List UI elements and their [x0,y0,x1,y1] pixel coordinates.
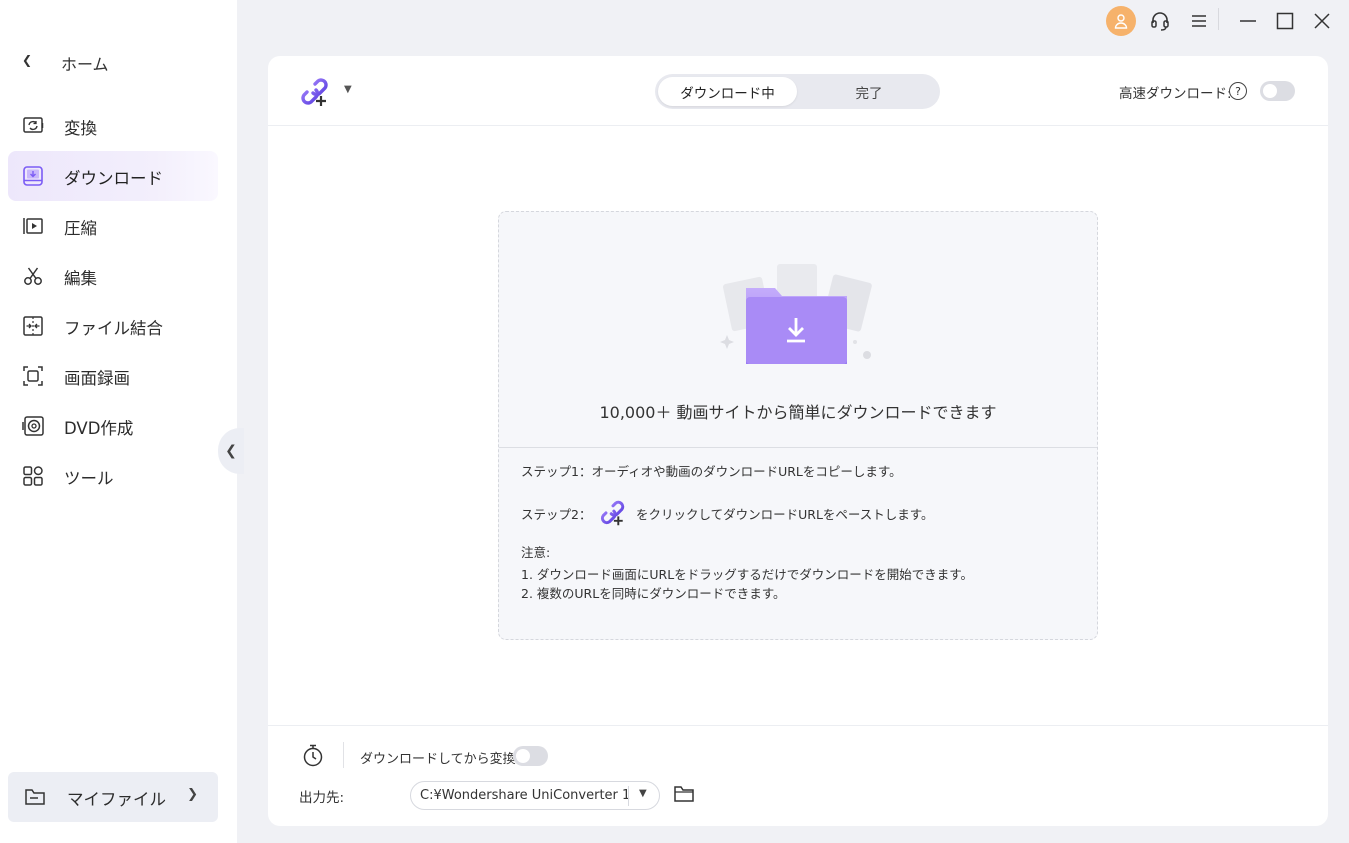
screen-record-icon [21,365,45,387]
tab-completed[interactable]: 完了 [801,77,937,106]
support-headset-button[interactable] [1146,7,1174,35]
sidebar-nav: 変換 ダウンロード 圧縮 編集 ファイル結合 画面録画 DVD作成 ツール [8,101,218,501]
link-add-icon [600,500,625,526]
sidebar-item-dvd[interactable]: DVD作成 [8,401,218,451]
home-label: ホーム [61,55,109,74]
main-header: ▼ ダウンロード中 完了 高速ダウンロード: ? [268,56,1328,126]
dvd-icon [21,415,45,437]
my-files-label: マイファイル [67,790,166,809]
sidebar-item-label: 画面録画 [64,369,130,388]
hamburger-menu-icon [1192,15,1206,27]
minimize-icon [1240,20,1256,22]
output-path-select[interactable]: C:¥Wondershare UniConverter 1 ▼ [410,781,660,810]
titlebar-divider [1218,8,1219,30]
close-button[interactable] [1308,7,1336,35]
high-speed-download-toggle[interactable] [1260,81,1295,101]
sidebar-item-label: DVD作成 [64,419,134,438]
maximize-button[interactable] [1271,7,1299,35]
user-avatar[interactable] [1106,6,1136,36]
merge-icon [21,315,45,337]
scissors-icon [21,265,45,287]
select-divider [628,786,629,806]
headset-icon [1151,12,1169,31]
sidebar-item-label: ファイル結合 [64,319,163,338]
output-location-label: 出力先: [299,790,345,806]
output-path-value: C:¥Wondershare UniConverter 1 [420,788,630,803]
sidebar-item-label: 編集 [64,269,97,288]
minimize-button[interactable] [1234,7,1262,35]
main-panel: ▼ ダウンロード中 完了 高速ダウンロード: ? 10,000＋ 動画サイトから… [268,56,1328,826]
tab-downloading[interactable]: ダウンロード中 [658,77,797,106]
title-bar [1100,0,1349,40]
step1-text: ステップ1：オーディオや動画のダウンロードURLをコピーします。 [521,464,902,479]
sidebar-item-compress[interactable]: 圧縮 [8,201,218,251]
convert-icon [21,115,45,137]
timer-icon[interactable] [302,743,324,767]
my-files-button[interactable]: マイファイル ❯ [8,772,218,822]
drop-zone-headline: 10,000＋ 動画サイトから簡単にダウンロードできます [599,403,997,422]
convert-after-download-label: ダウンロードしてから変換: [360,752,520,767]
footer-divider [343,742,344,768]
download-icon [21,165,45,187]
chevron-right-icon: ❯ [187,787,198,802]
note-title: 注意: [521,545,551,560]
toggle-knob [516,749,530,763]
menu-button[interactable] [1185,7,1213,35]
sidebar-item-label: ツール [64,469,114,488]
sidebar-item-label: 圧縮 [64,219,97,238]
help-icon[interactable]: ? [1229,82,1247,100]
chevron-left-icon: ❮ [22,53,33,67]
home-link[interactable]: ❮ ホーム [0,44,237,78]
convert-after-download-toggle[interactable] [513,746,548,766]
note-item-1: 1. ダウンロード画面にURLをドラッグするだけでダウンロードを開始できます。 [521,567,973,582]
toolbox-icon [21,465,45,487]
step2-suffix: をクリックしてダウンロードURLをペーストします。 [636,507,934,522]
sidebar-item-label: 変換 [64,119,97,138]
close-icon [1314,13,1330,29]
download-status-tabs: ダウンロード中 完了 [655,74,940,109]
chevron-left-icon: ❮ [225,443,237,459]
sidebar-item-tools[interactable]: ツール [8,451,218,501]
note-item-2: 2. 複数のURLを同時にダウンロードできます。 [521,586,786,601]
compress-icon [21,215,45,237]
maximize-icon [1276,12,1294,30]
open-folder-icon[interactable] [673,784,695,804]
toggle-knob [1263,84,1277,98]
chevron-down-icon: ▼ [639,788,647,799]
drop-zone-header: 10,000＋ 動画サイトから簡単にダウンロードできます [499,212,1097,448]
sidebar-item-merge[interactable]: ファイル結合 [8,301,218,351]
folder-icon [24,787,46,807]
step2-prefix: ステップ2： [521,507,592,522]
user-icon [1114,14,1128,29]
url-drop-zone[interactable]: 10,000＋ 動画サイトから簡単にダウンロードできます ステップ1：オーディオ… [498,211,1098,640]
sidebar: ❮ ホーム 変換 ダウンロード 圧縮 編集 ファイル結合 画面録画 DVD作成 … [0,0,237,843]
sidebar-item-download[interactable]: ダウンロード [8,151,218,201]
sidebar-item-edit[interactable]: 編集 [8,251,218,301]
sidebar-item-label: ダウンロード [64,169,163,188]
sidebar-item-convert[interactable]: 変換 [8,101,218,151]
download-folder-illustration [720,264,872,364]
add-url-button[interactable]: ▼ [298,74,358,110]
high-speed-download-label: 高速ダウンロード: [1119,86,1232,102]
link-add-icon [301,78,328,106]
footer-bar: ダウンロードしてから変換: 出力先: C:¥Wondershare UniCon… [268,725,1328,826]
sidebar-item-screen-record[interactable]: 画面録画 [8,351,218,401]
chevron-down-icon: ▼ [344,84,352,95]
